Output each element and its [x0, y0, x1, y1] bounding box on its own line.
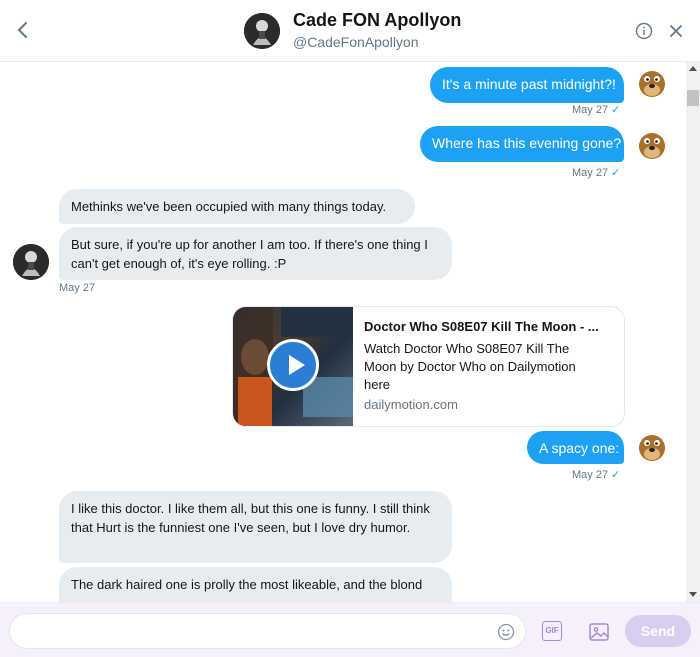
- message-bubble-incoming[interactable]: The dark haired one is prolly the most l…: [59, 567, 452, 602]
- message-timestamp: May 27 ✓: [572, 469, 621, 481]
- avatar[interactable]: [634, 428, 670, 464]
- message-bubble-outgoing[interactable]: Where has this evening gone?: [420, 126, 624, 162]
- conversation-header: Cade FON Apollyon @CadeFonApollyon: [0, 0, 700, 62]
- play-icon[interactable]: [267, 339, 319, 391]
- link-preview-card[interactable]: Doctor Who S08E07 Kill The Moon - ... Wa…: [232, 306, 625, 427]
- message-text: It's a minute past midnight?!: [442, 76, 616, 92]
- message-timestamp: May 27 ✓: [572, 104, 621, 116]
- message-timestamp: May 27 ✓: [572, 167, 621, 179]
- checkmark-icon: ✓: [611, 104, 621, 116]
- message-text: The dark haired one is prolly the most l…: [71, 577, 423, 592]
- avatar[interactable]: [634, 126, 670, 162]
- message-list[interactable]: It's a minute past midnight?! May 27 ✓ Wh…: [0, 62, 686, 602]
- contact-name[interactable]: Cade FON Apollyon: [293, 10, 461, 31]
- close-icon[interactable]: [668, 23, 684, 39]
- emoji-icon[interactable]: [497, 623, 515, 641]
- message-text: But sure, if you're up for another I am …: [71, 237, 428, 271]
- message-timestamp: May 27: [59, 282, 96, 294]
- message-composer: GIF Send: [0, 602, 700, 657]
- message-text: I like this doctor. I like them all, but…: [71, 501, 430, 535]
- message-text: Methinks we've been occupied with many t…: [71, 199, 387, 214]
- message-bubble-incoming[interactable]: Methinks we've been occupied with many t…: [59, 189, 415, 224]
- scroll-thumb[interactable]: [687, 90, 699, 106]
- message-bubble-outgoing[interactable]: It's a minute past midnight?!: [430, 67, 624, 103]
- scroll-down-icon[interactable]: [689, 592, 697, 597]
- message-input[interactable]: [9, 613, 526, 649]
- message-bubble-incoming[interactable]: But sure, if you're up for another I am …: [59, 227, 452, 280]
- avatar[interactable]: [13, 244, 49, 280]
- contact-handle: @CadeFonApollyon: [293, 34, 419, 50]
- gif-icon[interactable]: GIF: [542, 621, 562, 641]
- send-button[interactable]: Send: [625, 615, 691, 647]
- chevron-left-icon[interactable]: [12, 18, 34, 42]
- scroll-up-icon[interactable]: [689, 66, 697, 71]
- message-bubble-outgoing[interactable]: A spacy one:: [527, 431, 624, 464]
- message-text: Where has this evening gone?: [432, 135, 622, 151]
- message-bubble-incoming[interactable]: I like this doctor. I like them all, but…: [59, 491, 452, 563]
- link-title: Doctor Who S08E07 Kill The Moon - ...: [364, 319, 599, 334]
- checkmark-icon: ✓: [611, 167, 621, 179]
- link-description: Watch Doctor Who S08E07 Kill The Moon by…: [364, 341, 576, 392]
- video-thumbnail[interactable]: [233, 307, 353, 426]
- link-domain: dailymotion.com: [364, 397, 458, 412]
- image-icon[interactable]: [588, 621, 610, 643]
- checkmark-icon: ✓: [611, 469, 621, 481]
- scrollbar[interactable]: [686, 62, 700, 602]
- avatar[interactable]: [634, 64, 670, 100]
- message-text: A spacy one:: [539, 440, 620, 456]
- avatar[interactable]: [244, 13, 280, 49]
- info-icon[interactable]: [635, 22, 653, 40]
